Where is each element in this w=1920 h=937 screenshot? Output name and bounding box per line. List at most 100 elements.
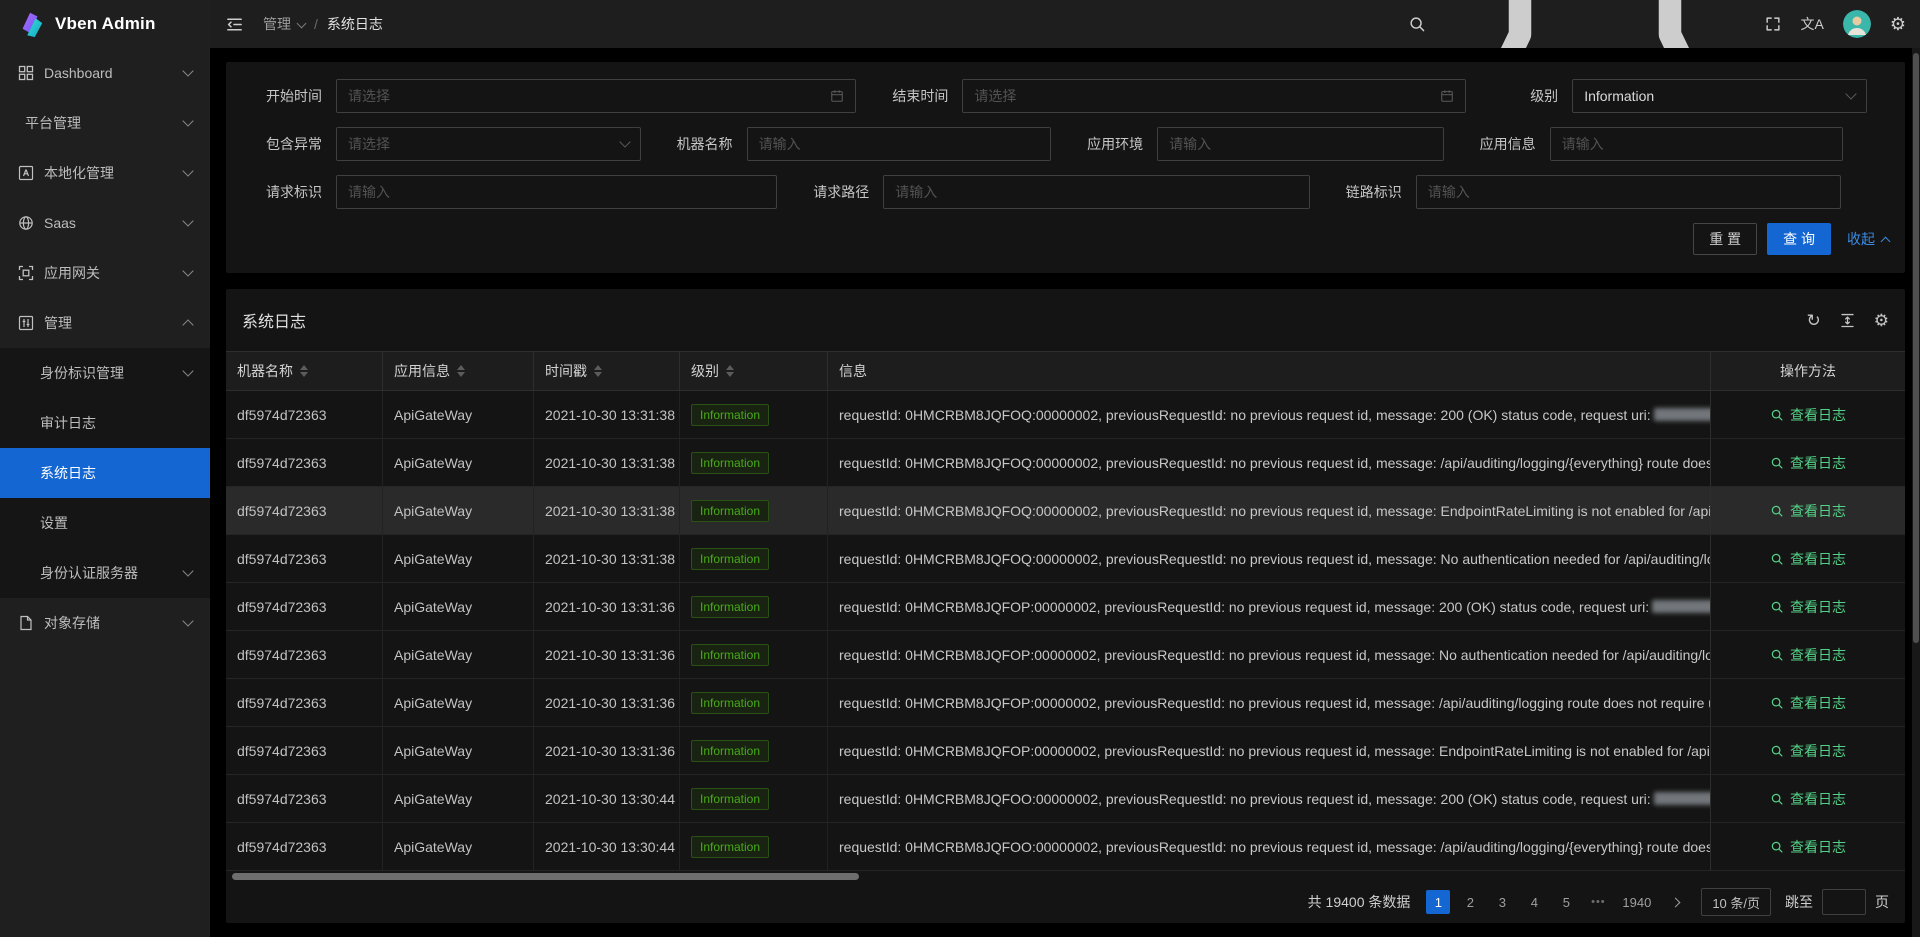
column-label: 级别 [691, 361, 719, 381]
message-cell: requestId: 0HMCRBM8JQFOP:00000002, previ… [828, 727, 1710, 774]
level-badge: Information [691, 788, 769, 810]
request-path-input[interactable]: 请输入 [883, 175, 1309, 209]
breadcrumb-parent[interactable]: 管理 [263, 14, 305, 34]
sidebar-item-identity-management[interactable]: 身份标识管理 [0, 348, 210, 398]
machine-name-input[interactable]: 请输入 [747, 127, 1052, 161]
view-log-link[interactable]: 查看日志 [1770, 501, 1846, 521]
chevron-right-icon [1670, 897, 1680, 907]
page-jump: 跳至页 [1785, 889, 1889, 915]
column-header-4[interactable]: 级别 [680, 352, 828, 390]
placeholder-text: 请输入 [1428, 182, 1470, 202]
level-cell: Information [680, 775, 828, 822]
magnifier-icon [1770, 792, 1784, 806]
column-header-3[interactable]: 时间戳 [534, 352, 680, 390]
field-has-exception: 包含异常请选择 [242, 127, 641, 161]
page-size-select[interactable]: 10 条/页 [1701, 888, 1771, 916]
sidebar-item-app-gateway[interactable]: 应用网关 [0, 248, 210, 298]
start-time-date[interactable]: 请选择 [336, 79, 856, 113]
page-button-4[interactable]: 4 [1522, 890, 1546, 914]
field-level: 级别Information [1478, 79, 1867, 113]
column-header-2[interactable]: 应用信息 [383, 352, 534, 390]
page-button-1940[interactable]: 1940 [1618, 890, 1655, 914]
trace-id-input[interactable]: 请输入 [1416, 175, 1841, 209]
view-log-link[interactable]: 查看日志 [1770, 741, 1846, 761]
next-page-button[interactable] [1663, 890, 1687, 914]
table-body: df5974d72363ApiGateWay2021-10-30 13:31:3… [226, 391, 1905, 871]
table-row: df5974d72363ApiGateWay2021-10-30 13:30:4… [226, 775, 1905, 823]
sidebar-fold-icon[interactable] [225, 15, 244, 34]
filter-panel: 开始时间请选择结束时间请选择级别Information包含异常请选择机器名称请输… [226, 62, 1905, 273]
column-label: 信息 [839, 361, 867, 381]
sidebar-item-saas[interactable]: Saas [0, 198, 210, 248]
level-badge: Information [691, 644, 769, 666]
level-select[interactable]: Information [1572, 79, 1867, 113]
settings-gear-icon[interactable]: ⚙ [1890, 15, 1906, 33]
translate-icon[interactable]: 文A [1801, 15, 1824, 33]
message-text: requestId: 0HMCRBM8JQFOQ:00000002, previ… [839, 407, 1651, 423]
sidebar-item-object-storage[interactable]: 对象存储 [0, 598, 210, 648]
request-id-input[interactable]: 请输入 [336, 175, 777, 209]
level-cell: Information [680, 391, 828, 438]
view-log-link[interactable]: 查看日志 [1770, 549, 1846, 569]
page-button-5[interactable]: 5 [1554, 890, 1578, 914]
sort-icon[interactable] [726, 365, 734, 377]
end-time-date[interactable]: 请选择 [962, 79, 1466, 113]
column-header-1[interactable]: 机器名称 [226, 352, 383, 390]
sidebar-item-dashboard[interactable]: Dashboard [0, 48, 210, 98]
page-button-2[interactable]: 2 [1458, 890, 1482, 914]
app-info-cell: ApiGateWay [383, 487, 534, 534]
sort-icon[interactable] [300, 365, 308, 377]
avatar[interactable] [1843, 10, 1871, 38]
app-info-input[interactable]: 请输入 [1550, 127, 1843, 161]
app-logo[interactable]: Vben Admin [0, 0, 210, 48]
sidebar-item-settings[interactable]: 设置 [0, 498, 210, 548]
query-button[interactable]: 查 询 [1767, 223, 1831, 255]
view-log-label: 查看日志 [1790, 789, 1846, 809]
search-icon[interactable] [1408, 15, 1426, 33]
row-height-icon[interactable] [1839, 312, 1856, 329]
sidebar-item-label: 对象存储 [44, 613, 184, 633]
fullscreen-icon[interactable] [1764, 15, 1782, 33]
refresh-icon[interactable]: ↻ [1807, 312, 1821, 329]
view-log-link[interactable]: 查看日志 [1770, 405, 1846, 425]
table-header-row: 机器名称应用信息时间戳级别信息操作方法 [226, 351, 1905, 391]
app-info-cell: ApiGateWay [383, 727, 534, 774]
view-log-label: 查看日志 [1790, 501, 1846, 521]
page-scrollbar-thumb[interactable] [1913, 53, 1919, 643]
collapse-filter-link[interactable]: 收起 [1847, 229, 1889, 249]
view-log-link[interactable]: 查看日志 [1770, 597, 1846, 617]
column-settings-icon[interactable]: ⚙ [1874, 312, 1889, 329]
action-cell: 查看日志 [1710, 631, 1905, 678]
reset-button[interactable]: 重 置 [1693, 223, 1757, 255]
breadcrumb-parent-label: 管理 [263, 14, 291, 34]
view-log-link[interactable]: 查看日志 [1770, 837, 1846, 857]
jump-page-input[interactable] [1822, 889, 1866, 915]
table-horizontal-scrollbar[interactable] [226, 871, 1905, 881]
view-log-link[interactable]: 查看日志 [1770, 693, 1846, 713]
sidebar-item-platform-management[interactable]: 平台管理 [0, 98, 210, 148]
vben-logo-icon [16, 9, 46, 39]
message-cell: requestId: 0HMCRBM8JQFOQ:00000002, previ… [828, 439, 1710, 486]
sidebar-item-management[interactable]: 管理 [0, 298, 210, 348]
sort-icon[interactable] [457, 365, 465, 377]
placeholder-text: 请选择 [348, 134, 390, 154]
page-button-1[interactable]: 1 [1426, 890, 1450, 914]
view-log-link[interactable]: 查看日志 [1770, 789, 1846, 809]
table-row: df5974d72363ApiGateWay2021-10-30 13:31:3… [226, 583, 1905, 631]
page-button-3[interactable]: 3 [1490, 890, 1514, 914]
app-environment-input[interactable]: 请输入 [1157, 127, 1443, 161]
sort-icon[interactable] [594, 365, 602, 377]
pagination-ellipsis[interactable]: ••• [1586, 890, 1610, 914]
scrollbar-thumb[interactable] [232, 873, 859, 880]
sidebar-item-label: Saas [44, 215, 184, 231]
timestamp-cell: 2021-10-30 13:31:36 [534, 583, 680, 630]
sidebar-item-system-logs[interactable]: 系统日志 [0, 448, 210, 498]
view-log-link[interactable]: 查看日志 [1770, 645, 1846, 665]
sidebar-item-audit-logs[interactable]: 审计日志 [0, 398, 210, 448]
has-exception-select[interactable]: 请选择 [336, 127, 641, 161]
view-log-link[interactable]: 查看日志 [1770, 453, 1846, 473]
sidebar-item-localization-management[interactable]: 本地化管理 [0, 148, 210, 198]
page-vertical-scrollbar[interactable] [1912, 48, 1920, 937]
placeholder-text: 请输入 [895, 182, 937, 202]
sidebar-item-auth-server[interactable]: 身份认证服务器 [0, 548, 210, 598]
